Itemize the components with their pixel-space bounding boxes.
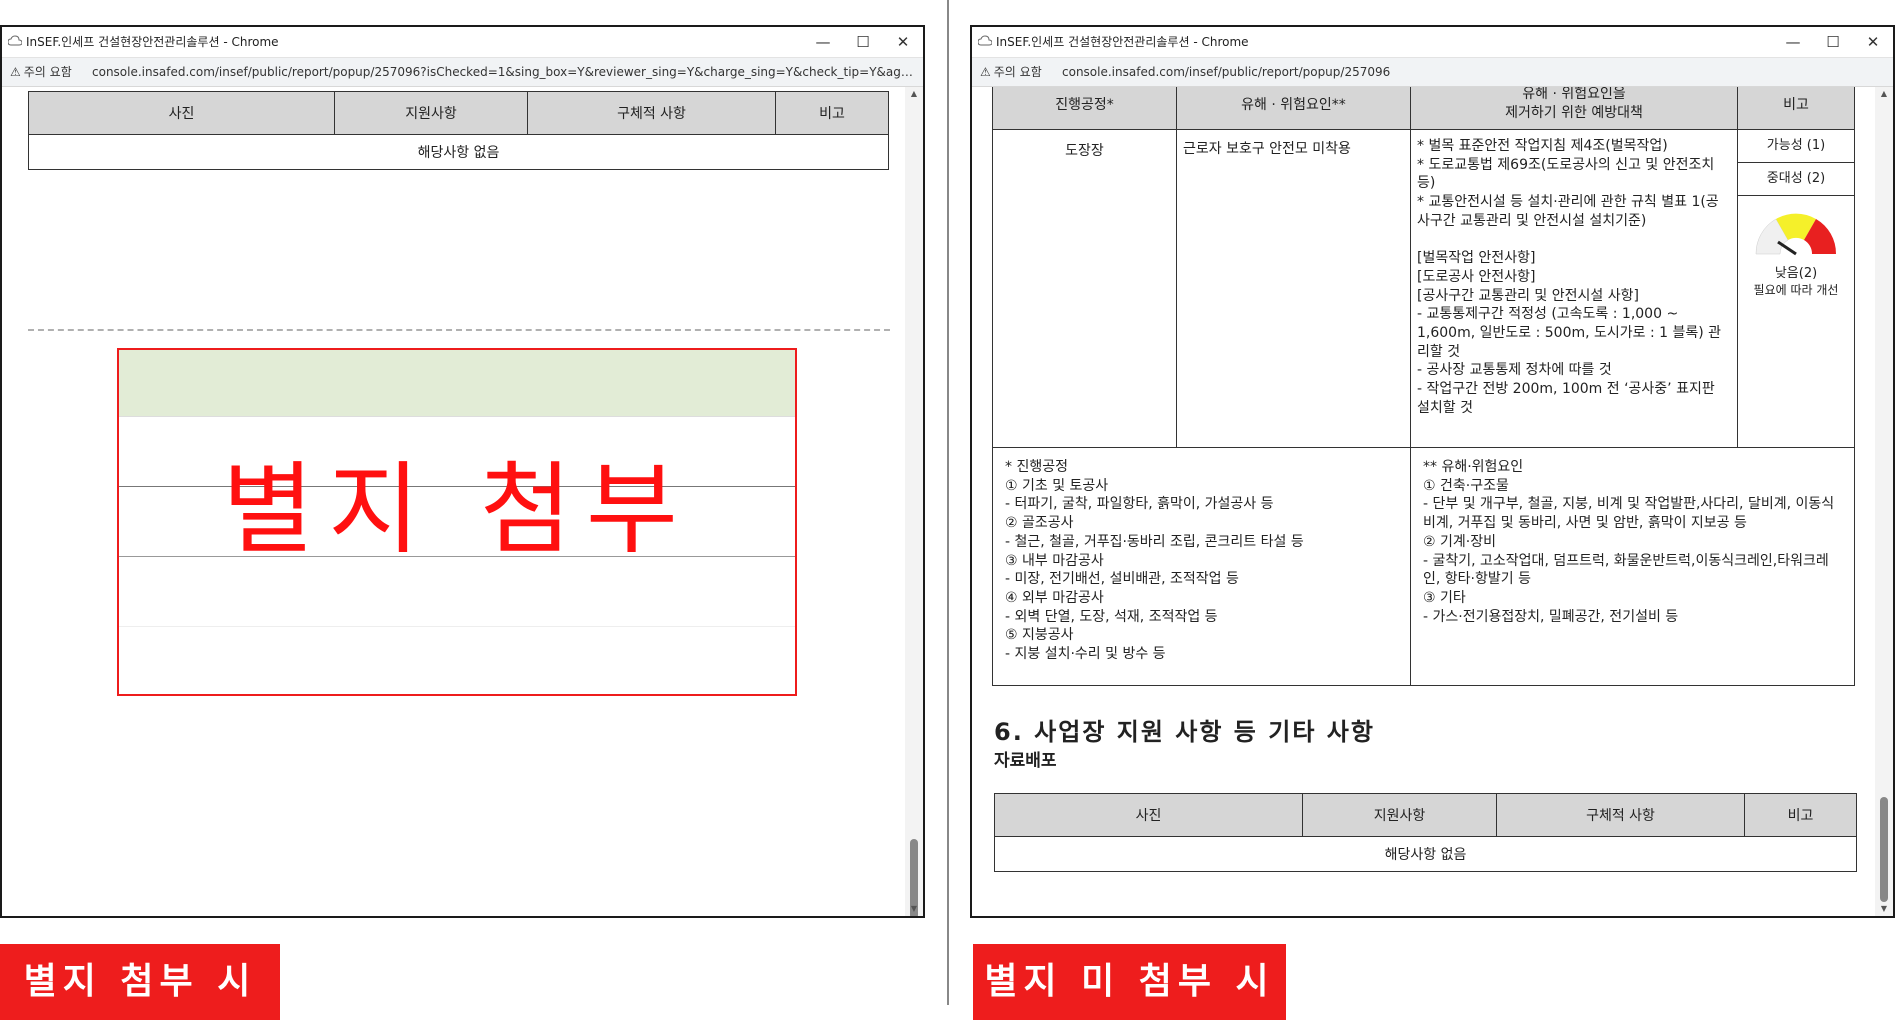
scroll-up-icon[interactable]: ▲ xyxy=(1875,87,1893,101)
window-title: InSEF.인세프 건설현장안전관리솔루션 - Chrome xyxy=(996,35,1249,49)
panel-divider xyxy=(947,0,949,1005)
col-header-detail: 구체적 사항 xyxy=(1496,793,1745,837)
page-content: 사진 지원사항 구체적 사항 비고 해당사항 없음 별지 첨부 xyxy=(2,87,905,916)
risk-assessment-table: 진행공정* 유해 · 위험요인** 유해 · 위험요인을 제거하기 위한 예방대… xyxy=(992,87,1855,686)
section-title: 6. 사업장 지원 사항 등 기타 사항 xyxy=(994,718,1375,746)
col-header-hazard: 유해 · 위험요인** xyxy=(1176,87,1411,130)
col-header-photo: 사진 xyxy=(28,91,335,135)
hazard-cell: 근로자 보호구 안전모 미착용 xyxy=(1176,129,1411,448)
title-bar[interactable]: InSEF.인세프 건설현장안전관리솔루션 - Chrome — ☐ ✕ xyxy=(972,27,1893,57)
scroll-down-icon[interactable]: ▼ xyxy=(1875,902,1893,916)
security-warning[interactable]: ⚠ 주의 요함 xyxy=(980,58,1042,86)
address-bar[interactable]: ⚠ 주의 요함 console.insafed.com/insef/public/… xyxy=(2,57,923,87)
page-break-divider xyxy=(28,329,890,331)
url-text[interactable]: console.insafed.com/insef/public/report/… xyxy=(1062,58,1883,86)
scroll-down-icon[interactable]: ▼ xyxy=(905,902,923,916)
maximize-icon[interactable]: ☐ xyxy=(1813,27,1853,57)
col-header-photo: 사진 xyxy=(994,793,1303,837)
browser-window-with-attachment: InSEF.인세프 건설현장안전관리솔루션 - Chrome — ☐ ✕ ⚠ 주의… xyxy=(0,25,925,918)
subsection-title: 자료배포 xyxy=(994,751,1057,771)
address-bar[interactable]: ⚠ 주의 요함 console.insafed.com/insef/public/… xyxy=(972,57,1893,87)
row-line xyxy=(119,626,795,627)
possibility-value: 가능성 (1) xyxy=(1738,130,1854,163)
label-with-attachment: 별지 첨부 시 xyxy=(0,944,280,1020)
process-cell: 도장장 xyxy=(992,129,1177,448)
col-header-process: 진행공정* xyxy=(992,87,1177,130)
page-content: 진행공정* 유해 · 위험요인** 유해 · 위험요인을 제거하기 위한 예방대… xyxy=(972,87,1875,916)
col-header-measures: 유해 · 위험요인을 제거하기 위한 예방대책 xyxy=(1410,87,1738,130)
warning-icon: ⚠ xyxy=(980,65,991,79)
cloud-app-icon xyxy=(978,35,992,46)
warning-icon: ⚠ xyxy=(10,65,21,79)
col-header-note: 비고 xyxy=(1737,87,1855,130)
security-warning[interactable]: ⚠ 주의 요함 xyxy=(10,58,72,86)
empty-row: 해당사항 없음 xyxy=(28,134,889,170)
col-header-detail: 구체적 사항 xyxy=(527,91,776,135)
vertical-scrollbar[interactable]: ▲ ▼ xyxy=(1875,87,1893,916)
close-icon[interactable]: ✕ xyxy=(1853,27,1893,57)
hazard-footnote: ** 유해·위험요인 ① 건축·구조물 - 단부 및 개구부, 철골, 지붕, … xyxy=(1410,447,1855,686)
window-title: InSEF.인세프 건설현장안전관리솔루션 - Chrome xyxy=(26,35,279,49)
label-without-attachment: 별지 미 첨부 시 xyxy=(973,944,1286,1020)
cloud-app-icon xyxy=(8,35,22,46)
minimize-icon[interactable]: — xyxy=(803,27,843,57)
title-bar[interactable]: InSEF.인세프 건설현장안전관리솔루션 - Chrome — ☐ ✕ xyxy=(2,27,923,57)
browser-window-without-attachment: InSEF.인세프 건설현장안전관리솔루션 - Chrome — ☐ ✕ ⚠ 주의… xyxy=(970,25,1895,918)
scroll-up-icon[interactable]: ▲ xyxy=(905,87,923,101)
col-header-support: 지원사항 xyxy=(1302,793,1497,837)
minimize-icon[interactable]: — xyxy=(1773,27,1813,57)
col-header-note: 비고 xyxy=(1744,793,1857,837)
risk-gauge-icon xyxy=(1755,213,1837,256)
process-footnote: * 진행공정 ① 기초 및 토공사 - 터파기, 굴착, 파일항타, 흙막이, … xyxy=(992,447,1411,686)
severity-value: 중대성 (2) xyxy=(1738,163,1854,196)
row-line xyxy=(119,416,795,417)
measures-cell: * 벌목 표준안전 작업지침 제4조(벌목작업) * 도로교통법 제69조(도로… xyxy=(1410,129,1738,448)
support-table: 사진 지원사항 구체적 사항 비고 해당사항 없음 xyxy=(28,91,889,170)
gauge-label: 낮음(2) xyxy=(1774,266,1818,281)
url-text[interactable]: console.insafed.com/insef/public/report/… xyxy=(92,58,913,86)
vertical-scrollbar[interactable]: ▲ ▼ xyxy=(905,87,923,916)
col-header-support: 지원사항 xyxy=(334,91,528,135)
col-header-note: 비고 xyxy=(775,91,889,135)
maximize-icon[interactable]: ☐ xyxy=(843,27,883,57)
close-icon[interactable]: ✕ xyxy=(883,27,923,57)
attachment-stamp-text: 별지 첨부 xyxy=(222,451,692,568)
support-table: 사진 지원사항 구체적 사항 비고 해당사항 없음 xyxy=(994,793,1857,872)
green-header-row xyxy=(119,350,795,416)
gauge-note: 필요에 따라 개선 xyxy=(1753,283,1839,297)
empty-row: 해당사항 없음 xyxy=(994,836,1857,872)
attachment-stamp: 별지 첨부 xyxy=(117,348,797,696)
risk-level-cell: 가능성 (1) 중대성 (2) 낮음(2) 필요에 따라 개선 xyxy=(1737,129,1855,448)
scroll-thumb[interactable] xyxy=(1880,797,1888,902)
